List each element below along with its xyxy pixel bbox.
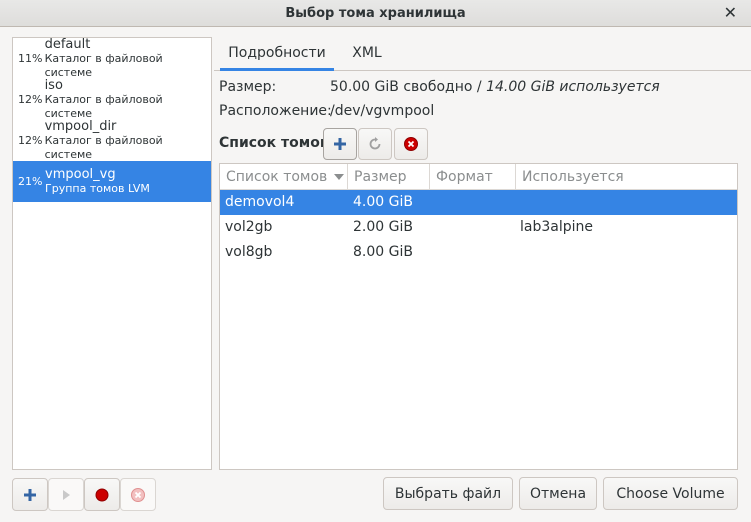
- pool-name: default: [44, 37, 91, 52]
- table-header: Список томов Размер Формат Используется: [220, 164, 737, 190]
- column-header-used-by[interactable]: Используется: [516, 164, 737, 190]
- pool-type: Каталог в файловой системе: [44, 134, 163, 161]
- pool-type: Каталог в файловой системе: [44, 93, 163, 120]
- tab-xml[interactable]: XML: [342, 37, 392, 71]
- add-pool-button[interactable]: [12, 478, 48, 511]
- table-row[interactable]: vol8gb 8.00 GiB: [220, 240, 737, 265]
- pool-item-vmpool-dir[interactable]: 12% vmpool_dir Каталог в файловой систем…: [13, 119, 211, 161]
- volume-name: demovol4: [225, 194, 295, 210]
- size-free: 50.00 GiB свободно: [330, 79, 473, 95]
- tab-bar: Подробности XML: [214, 37, 751, 71]
- pool-list: 11% default Каталог в файловой системе 1…: [12, 37, 212, 470]
- volume-size: 2.00 GiB: [353, 219, 413, 235]
- cancel-button[interactable]: Отмена: [519, 477, 597, 510]
- pool-item-default[interactable]: 11% default Каталог в файловой системе: [13, 37, 211, 79]
- stop-pool-button[interactable]: [84, 478, 120, 511]
- refresh-volumes-button[interactable]: [358, 128, 392, 160]
- pool-name: vmpool_dir: [44, 119, 117, 134]
- column-header-format[interactable]: Формат: [430, 164, 516, 190]
- volume-size: 4.00 GiB: [353, 194, 413, 210]
- title-bar: Выбор тома хранилища ✕: [0, 0, 751, 27]
- volume-name: vol8gb: [225, 244, 273, 260]
- pool-name: iso: [44, 78, 63, 93]
- sort-down-icon: [333, 174, 344, 180]
- close-icon[interactable]: ✕: [724, 4, 737, 22]
- play-icon: [63, 489, 70, 500]
- volume-size: 8.00 GiB: [353, 244, 413, 260]
- size-used: 14.00 GiB используется: [486, 79, 660, 95]
- tab-details[interactable]: Подробности: [220, 37, 334, 71]
- plus-icon: [334, 138, 346, 150]
- size-label: Размер:: [219, 79, 277, 95]
- pool-usage-percent: 11%: [18, 52, 43, 65]
- browse-file-button[interactable]: Выбрать файл: [383, 477, 513, 510]
- size-value: 50.00 GiB свободно / 14.00 GiB используе…: [330, 79, 660, 95]
- size-separator: /: [472, 79, 487, 95]
- delete-icon: [131, 487, 145, 502]
- volume-table: Список томов Размер Формат Используется …: [219, 163, 738, 470]
- delete-pool-button[interactable]: [120, 478, 156, 511]
- table-row[interactable]: demovol4 4.00 GiB: [220, 190, 737, 215]
- location-label: Расположение:: [219, 103, 332, 119]
- table-row[interactable]: vol2gb 2.00 GiB lab3alpine: [220, 215, 737, 240]
- pool-item-iso[interactable]: 12% iso Каталог в файловой системе: [13, 78, 211, 120]
- choose-volume-button[interactable]: Choose Volume: [603, 477, 738, 510]
- refresh-icon: [369, 137, 381, 150]
- pool-item-vmpool-vg[interactable]: 21% vmpool_vg Группа томов LVM: [13, 161, 211, 202]
- stop-icon: [95, 488, 109, 501]
- plus-icon: [24, 488, 36, 501]
- pool-usage-percent: 12%: [18, 93, 43, 106]
- start-pool-button[interactable]: [48, 478, 84, 511]
- delete-volume-button[interactable]: [394, 128, 428, 160]
- volume-name: vol2gb: [225, 219, 273, 235]
- pool-usage-percent: 21%: [18, 175, 43, 188]
- volume-used-by: lab3alpine: [520, 219, 593, 235]
- pool-type: Каталог в файловой системе: [44, 52, 163, 79]
- pool-type: Группа томов LVM: [45, 182, 150, 195]
- volume-list-label: Список томов: [219, 135, 329, 151]
- location-value: /dev/vgvmpool: [330, 103, 435, 119]
- delete-icon: [404, 137, 418, 151]
- column-header-size[interactable]: Размер: [348, 164, 430, 190]
- pool-usage-percent: 12%: [18, 134, 43, 147]
- column-header-name[interactable]: Список томов: [220, 164, 348, 190]
- add-volume-button[interactable]: [323, 128, 357, 160]
- pool-name: vmpool_vg: [45, 167, 116, 182]
- window-title: Выбор тома хранилища: [285, 6, 466, 21]
